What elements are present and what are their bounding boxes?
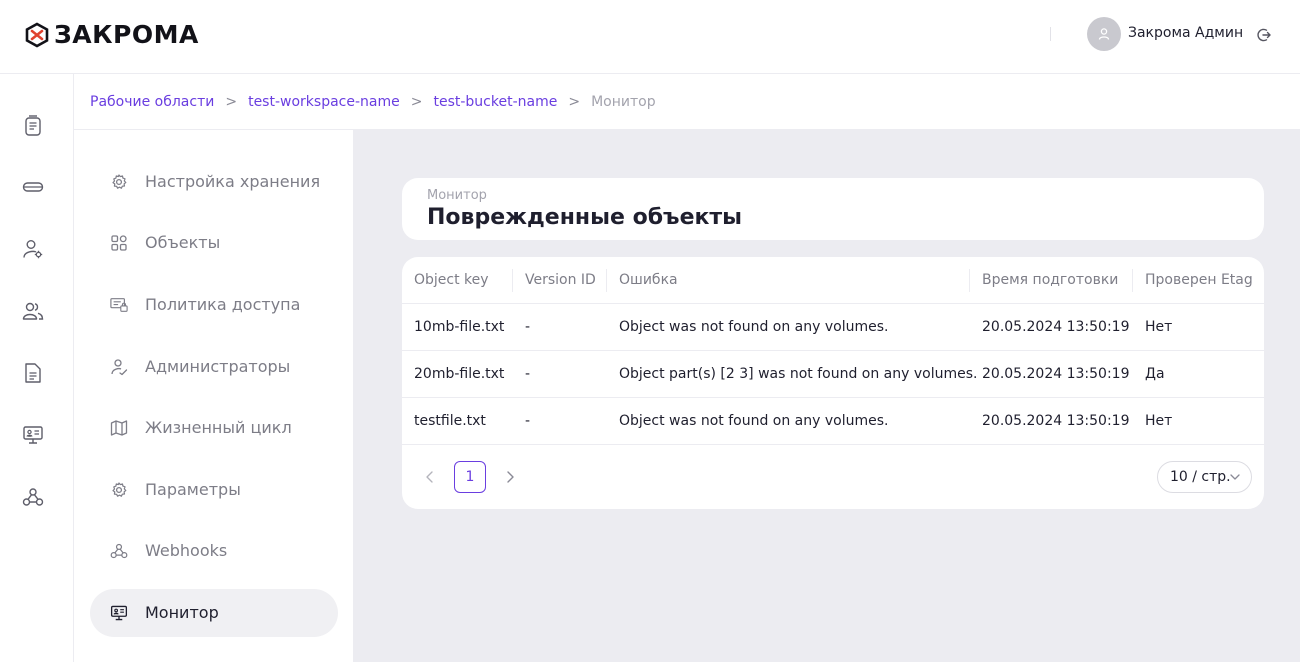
logo-mark-icon [25, 22, 49, 47]
breadcrumb-separator: > [568, 94, 581, 110]
menu-item-storage-settings[interactable]: Настройка хранения [90, 158, 338, 206]
gear-icon [112, 174, 127, 189]
menu-item-label: Жизненный цикл [145, 418, 292, 437]
breadcrumb-separator: > [410, 94, 423, 110]
menu-item-lifecycle[interactable]: Жизненный цикл [90, 404, 338, 452]
user-settings-icon[interactable] [22, 238, 44, 260]
table-row[interactable]: testfile.txt - Object was not found on a… [402, 398, 1264, 445]
objects-icon [111, 235, 127, 251]
menu-item-label: Webhooks [145, 541, 228, 560]
logo-text: ЗАКРОМА [54, 20, 199, 49]
cell-object-key: 10mb-file.txt [414, 319, 505, 335]
page-overline: Монитор [427, 188, 487, 203]
logout-icon[interactable] [1256, 27, 1272, 43]
breadcrumb-item-current: Монитор [591, 94, 656, 110]
cell-error: Object was not found on any volumes. [619, 413, 889, 429]
breadcrumb-item-bucket[interactable]: test-bucket-name [433, 94, 557, 110]
logo[interactable]: ЗАКРОМА [24, 20, 199, 49]
page-title-card: Монитор Поврежденные объекты [402, 178, 1264, 240]
column-header-etag-checked[interactable]: Проверен Etag [1145, 272, 1253, 288]
cell-etag-checked: Нет [1145, 319, 1173, 335]
main-content: Монитор Поврежденные объекты Object key … [354, 130, 1300, 662]
cell-error: Object was not found on any volumes. [619, 319, 889, 335]
bucket-menu: Настройка хранения Объекты Политика дост… [74, 130, 354, 662]
cell-version-id: - [525, 366, 531, 382]
column-header-version-id[interactable]: Version ID [525, 272, 596, 288]
chevron-down-icon [1230, 474, 1240, 480]
cell-etag-checked: Нет [1145, 413, 1173, 429]
cell-prepared-time: 20.05.2024 13:50:19 [982, 413, 1130, 429]
storage-icon[interactable] [22, 176, 44, 198]
access-policy-icon [110, 298, 128, 312]
gear-icon [112, 482, 127, 497]
column-divider [969, 269, 970, 292]
menu-item-label: Монитор [145, 603, 219, 622]
breadcrumb-item-workspaces[interactable]: Рабочие области [90, 94, 214, 110]
cell-object-key: 20mb-file.txt [414, 366, 505, 382]
cell-object-key: testfile.txt [414, 413, 486, 429]
cell-version-id: - [525, 319, 531, 335]
file-icon[interactable] [22, 362, 44, 384]
column-header-object-key[interactable]: Object key [414, 272, 489, 288]
cell-prepared-time: 20.05.2024 13:50:19 [982, 319, 1130, 335]
cell-etag-checked: Да [1145, 366, 1165, 382]
admin-icon [111, 359, 128, 376]
chevron-left-icon[interactable] [421, 468, 439, 486]
user-icon [1098, 28, 1110, 40]
breadcrumb: Рабочие области > test-workspace-name > … [90, 94, 656, 110]
breadcrumb-separator: > [225, 94, 238, 110]
column-divider [606, 269, 607, 292]
breadcrumb-item-workspace[interactable]: test-workspace-name [248, 94, 400, 110]
damaged-objects-table: Object key Version ID Ошибка Время подго… [402, 257, 1264, 509]
menu-item-label: Администраторы [145, 357, 291, 376]
page-size-value: 10 / стр. [1170, 469, 1231, 485]
map-icon [110, 420, 128, 436]
top-header: ЗАКРОМА Закрома Админ [0, 0, 1300, 74]
webhooks-icon[interactable] [22, 486, 44, 508]
monitor-icon[interactable] [22, 424, 44, 446]
icon-rail [0, 74, 74, 662]
column-header-error[interactable]: Ошибка [619, 272, 678, 288]
menu-item-administrators[interactable]: Администраторы [90, 343, 338, 391]
menu-item-access-policy[interactable]: Политика доступа [90, 281, 338, 329]
menu-item-monitor[interactable]: Монитор [90, 589, 338, 637]
avatar[interactable] [1087, 17, 1121, 51]
column-divider [1132, 269, 1133, 292]
documents-icon[interactable] [22, 115, 44, 137]
menu-item-label: Настройка хранения [145, 172, 321, 191]
table-row[interactable]: 20mb-file.txt - Object part(s) [2 3] was… [402, 351, 1264, 398]
header-divider [1050, 27, 1051, 41]
table-header: Object key Version ID Ошибка Время подго… [402, 257, 1264, 304]
webhooks-icon [110, 543, 128, 559]
menu-item-webhooks[interactable]: Webhooks [90, 527, 338, 575]
page-number-button[interactable]: 1 [454, 461, 486, 493]
menu-item-label: Параметры [145, 480, 241, 499]
pagination: 1 10 / стр. [402, 445, 1264, 509]
monitor-icon [110, 605, 128, 621]
menu-item-label: Политика доступа [145, 295, 301, 314]
user-name[interactable]: Закрома Админ [1128, 25, 1243, 41]
menu-item-label: Объекты [145, 233, 221, 252]
chevron-right-icon[interactable] [501, 468, 519, 486]
column-divider [512, 269, 513, 292]
table-row[interactable]: 10mb-file.txt - Object was not found on … [402, 304, 1264, 351]
cell-version-id: - [525, 413, 531, 429]
column-header-prepared-time[interactable]: Время подготовки [982, 272, 1118, 288]
users-icon[interactable] [22, 300, 44, 322]
cell-prepared-time: 20.05.2024 13:50:19 [982, 366, 1130, 382]
cell-error: Object part(s) [2 3] was not found on an… [619, 366, 978, 382]
page-title: Поврежденные объекты [427, 205, 743, 230]
menu-item-parameters[interactable]: Параметры [90, 466, 338, 514]
breadcrumb-bar: Рабочие области > test-workspace-name > … [74, 74, 1300, 130]
menu-item-objects[interactable]: Объекты [90, 219, 338, 267]
page-size-select[interactable]: 10 / стр. [1157, 461, 1252, 493]
